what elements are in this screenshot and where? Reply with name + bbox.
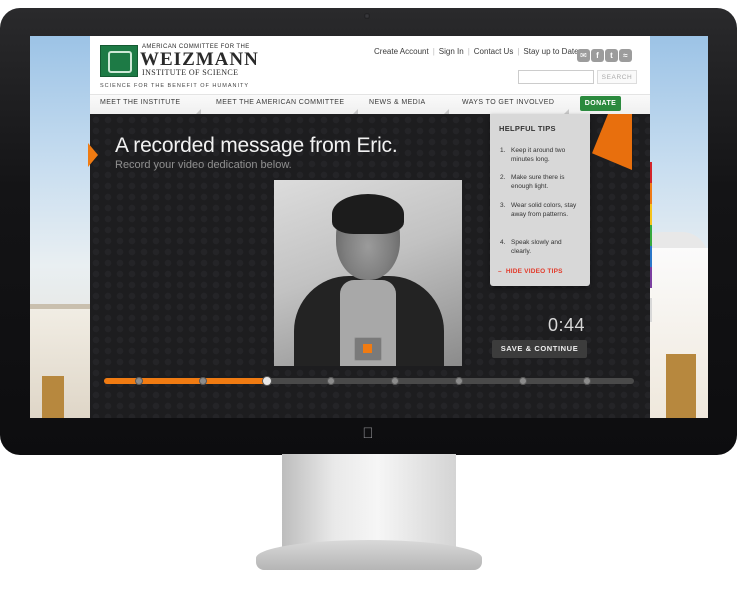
- logo-emblem-icon[interactable]: [100, 45, 138, 77]
- progress-fill: [104, 378, 268, 384]
- monitor-screen: AMERICAN COMMITTEE FOR THE WEIZMANN INST…: [30, 36, 708, 418]
- tip-number: 3.: [500, 202, 506, 209]
- progress-step-dot[interactable]: [327, 377, 335, 385]
- progress-step-dot[interactable]: [262, 376, 272, 386]
- orange-accent-marker: [88, 143, 98, 167]
- page-title: A recorded message from Eric.: [115, 134, 398, 157]
- tip-item: 2. Make sure there is enough light.: [500, 173, 582, 191]
- tip-text: Make sure there is enough light.: [511, 174, 565, 190]
- rss-icon[interactable]: ≈: [619, 49, 632, 62]
- tip-number: 2.: [500, 174, 506, 181]
- progress-step-dot[interactable]: [135, 377, 143, 385]
- facebook-icon[interactable]: f: [591, 49, 604, 62]
- background-window: [666, 354, 696, 418]
- nav-item-ways-to-get-involved[interactable]: WAYS TO GET INVOLVED: [462, 99, 554, 106]
- save-continue-button[interactable]: SAVE & CONTINUE: [492, 340, 587, 358]
- stop-record-button[interactable]: [354, 337, 382, 361]
- tip-text: Keep it around two minutes long.: [511, 147, 566, 163]
- contact-us-link[interactable]: Contact Us: [474, 47, 514, 56]
- search-button[interactable]: SEARCH: [597, 70, 637, 84]
- monitor-foot: [256, 540, 482, 570]
- tip-number: 4.: [500, 239, 506, 246]
- nav-item-meet-the-institute[interactable]: MEET THE INSTITUTE: [100, 99, 180, 106]
- nav-item-meet-the-american-committee[interactable]: MEET THE AMERICAN COMMITTEE: [216, 99, 344, 106]
- video-recorder-module: A recorded message from Eric. Record you…: [88, 114, 650, 418]
- donate-button[interactable]: DONATE: [580, 96, 621, 111]
- email-icon[interactable]: ✉: [577, 49, 590, 62]
- top-links: Create Account | Sign In | Contact Us | Stay u…: [374, 47, 581, 56]
- progress-step-dot[interactable]: [391, 377, 399, 385]
- social-icons: ✉ f t ≈: [577, 45, 633, 63]
- page-subtitle: Record your video dedication below.: [115, 159, 292, 171]
- background-window: [42, 376, 64, 418]
- progress-step-dot[interactable]: [583, 377, 591, 385]
- tip-number: 1.: [500, 147, 506, 154]
- progress-step-dot[interactable]: [455, 377, 463, 385]
- create-account-link[interactable]: Create Account: [374, 47, 429, 56]
- sign-in-link[interactable]: Sign In: [439, 47, 464, 56]
- search-input[interactable]: [518, 70, 594, 84]
- tip-item: 4. Speak slowly and clearly.: [500, 238, 582, 256]
- tip-text: Speak slowly and clearly.: [511, 239, 562, 255]
- nav-item-news-media[interactable]: NEWS & MEDIA: [369, 99, 426, 106]
- tip-item: 1. Keep it around two minutes long.: [500, 146, 582, 164]
- logo-text-line2[interactable]: WEIZMANN: [140, 50, 259, 69]
- tagline: SCIENCE FOR THE BENEFIT OF HUMANITY: [100, 83, 250, 89]
- progress-step-dot[interactable]: [199, 377, 207, 385]
- tips-title: HELPFUL TIPS: [499, 124, 556, 133]
- stay-up-to-date-label: Stay up to Date:: [523, 47, 581, 56]
- hide-tips-label[interactable]: HIDE VIDEO TIPS: [506, 268, 563, 275]
- video-person-hair: [332, 194, 404, 234]
- camera-icon: [364, 13, 370, 19]
- separator: |: [467, 47, 470, 56]
- helpful-tips-panel: HELPFUL TIPS 1. Keep it around two minut…: [490, 114, 590, 286]
- record-timer: 0:44: [548, 315, 586, 335]
- tip-item: 3. Wear solid colors, stay away from pat…: [500, 201, 582, 219]
- tip-text: Wear solid colors, stay away from patter…: [511, 202, 577, 218]
- progress-step-dot[interactable]: [519, 377, 527, 385]
- apple-logo-icon: : [360, 426, 376, 442]
- separator: |: [517, 47, 520, 56]
- twitter-icon[interactable]: t: [605, 49, 618, 62]
- separator: |: [432, 47, 435, 56]
- logo-text-line3[interactable]: INSTITUTE OF SCIENCE: [142, 68, 238, 77]
- main-nav: MEET THE INSTITUTE MEET THE AMERICAN COM…: [90, 94, 650, 115]
- website: AMERICAN COMMITTEE FOR THE WEIZMANN INST…: [88, 36, 650, 418]
- hide-video-tips-link[interactable]: – HIDE VIDEO TIPS: [498, 268, 563, 275]
